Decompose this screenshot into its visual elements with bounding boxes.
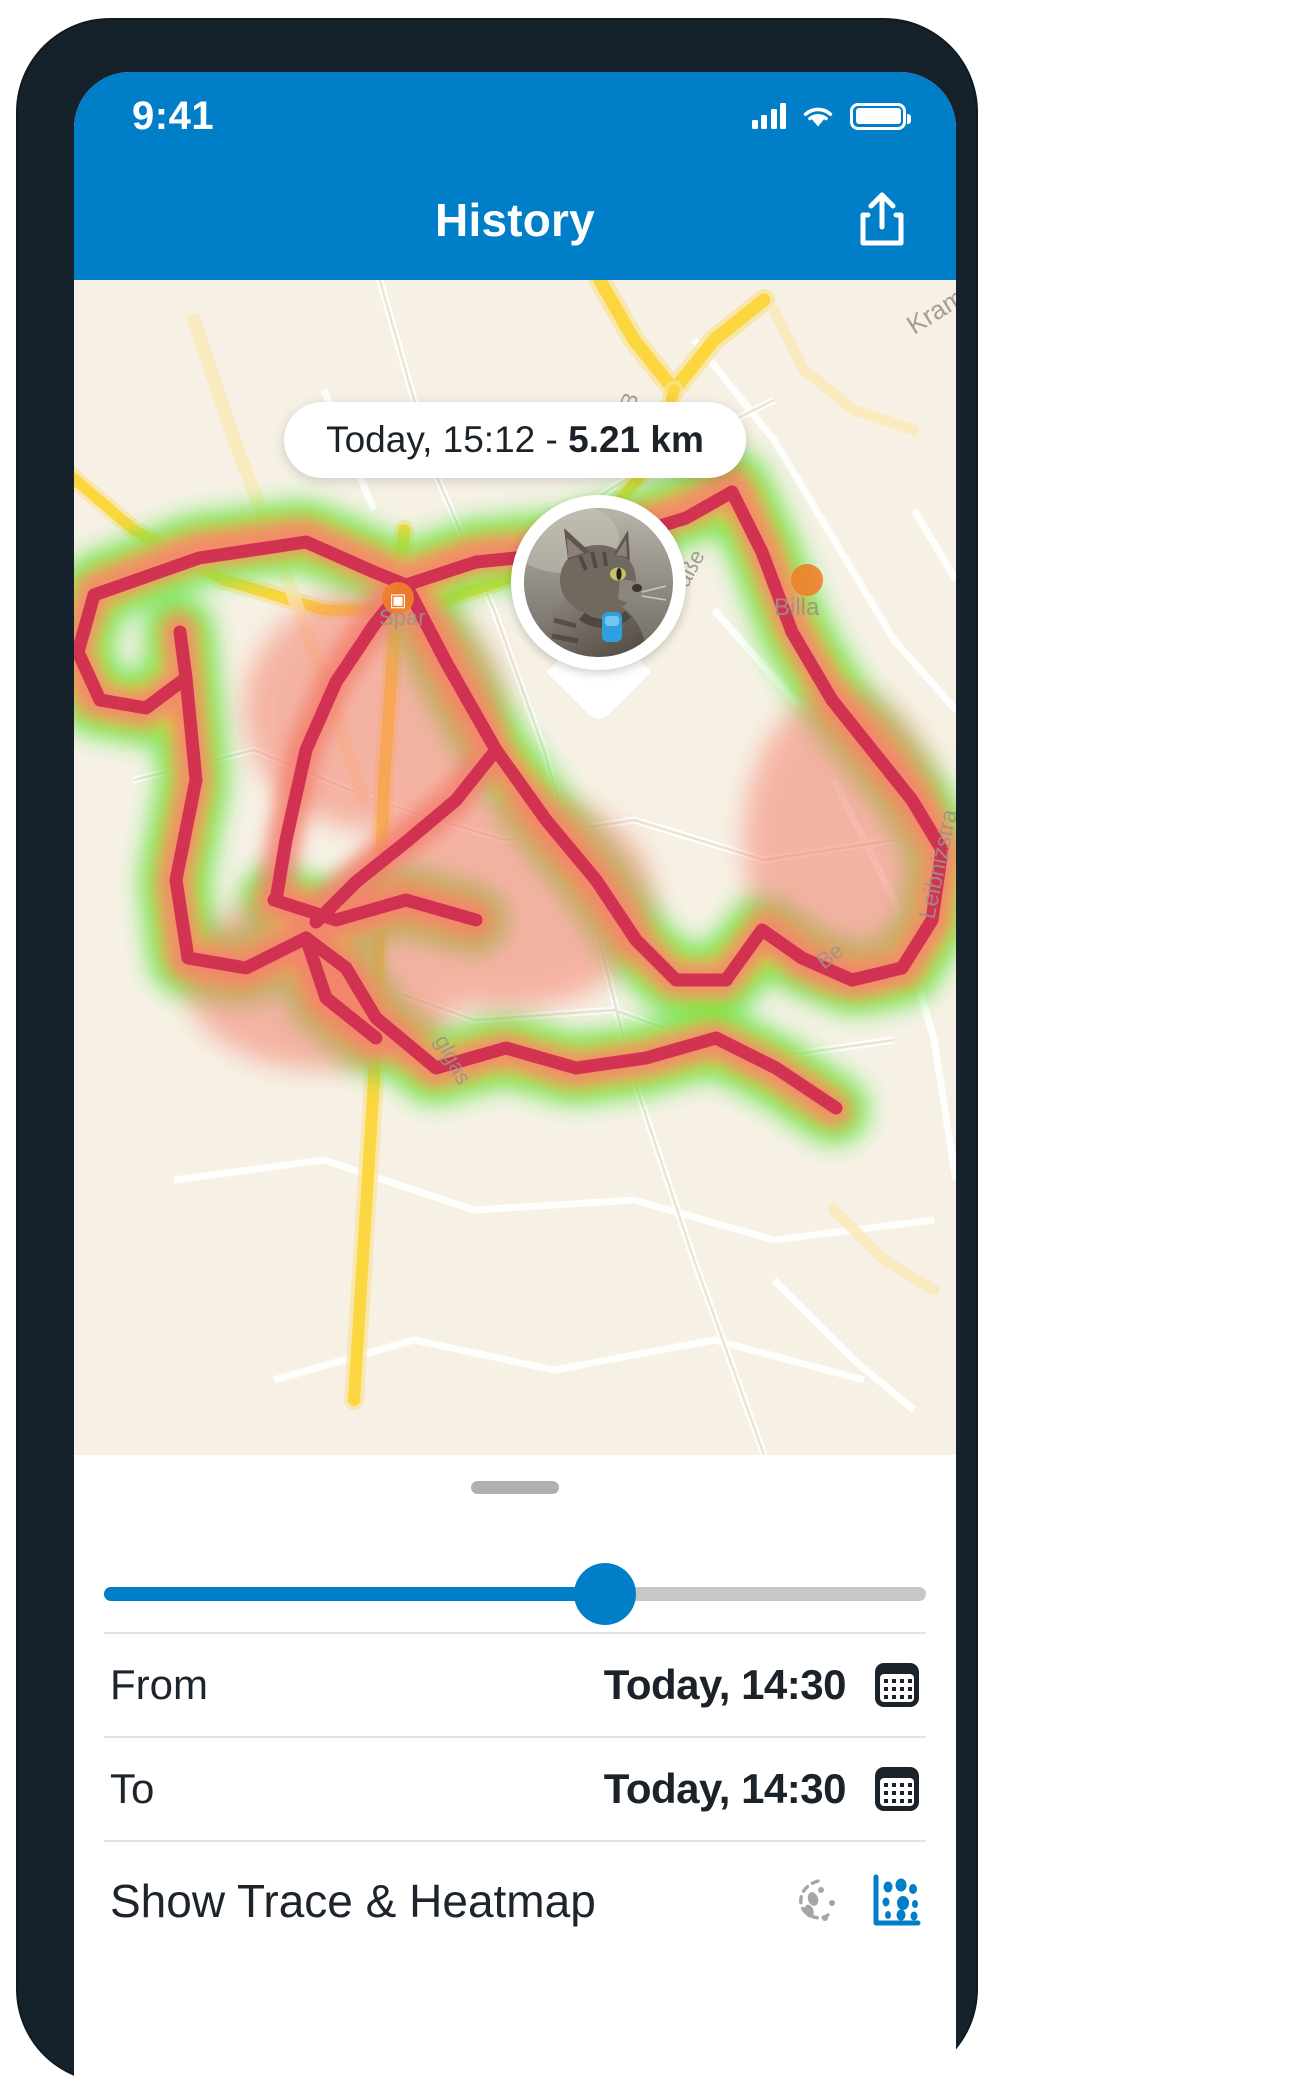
phone-frame: 9:41 History ▣ Kram Billa Spar Leibnizst… [18, 20, 976, 2081]
battery-icon [850, 102, 911, 130]
row-to[interactable]: To Today, 14:30 [74, 1738, 956, 1840]
slider-fill [104, 1587, 606, 1601]
trace-heatmap-toggle-group[interactable] [788, 1873, 922, 1929]
share-button[interactable] [854, 189, 910, 251]
calendar-icon[interactable] [872, 1764, 922, 1814]
row-to-value: Today, 14:30 [603, 1765, 847, 1812]
share-icon [860, 192, 904, 246]
map-view[interactable]: ▣ Kram Billa Spar straße Leibnizstra glg… [74, 280, 956, 1455]
trip-time-label: Today, 15:12 - [326, 419, 569, 460]
page-title: History [435, 194, 595, 246]
pet-avatar [524, 508, 673, 657]
row-to-value-group[interactable]: Today, 14:30 [604, 1764, 922, 1814]
pet-location-pin[interactable] [511, 495, 686, 725]
time-slider[interactable] [104, 1556, 926, 1632]
row-show-trace-heatmap-label: Show Trace & Heatmap [110, 1875, 596, 1927]
trip-summary-tooltip: Today, 15:12 - 5.21 km [284, 402, 746, 478]
status-bar: 9:41 [74, 72, 956, 160]
row-show-trace-heatmap[interactable]: Show Trace & Heatmap [74, 1842, 956, 1960]
app-screenshot: 9:41 History ▣ Kram Billa Spar Leibnizst… [0, 0, 1308, 2081]
calendar-icon[interactable] [872, 1660, 922, 1710]
trace-icon[interactable] [788, 1873, 844, 1929]
trip-distance-label: 5.21 km [568, 419, 704, 460]
row-from-value-group[interactable]: Today, 14:30 [604, 1660, 922, 1710]
wifi-icon [803, 107, 833, 127]
slider-thumb[interactable] [574, 1563, 637, 1625]
navigation-bar: History [74, 160, 956, 280]
sheet-drag-handle[interactable] [471, 1481, 559, 1494]
svg-text:Billa: Billa [774, 594, 820, 621]
status-bar-time: 9:41 [132, 93, 215, 138]
row-from[interactable]: From Today, 14:30 [74, 1634, 956, 1736]
row-to-label: To [110, 1765, 155, 1812]
heatmap-icon[interactable] [870, 1873, 922, 1929]
bottom-sheet: From Today, 14:30 To Today, 14:30 Show T… [74, 1455, 956, 2081]
phone-screen: 9:41 History ▣ Kram Billa Spar Leibnizst… [74, 72, 956, 2081]
svg-text:Spar: Spar [379, 605, 425, 630]
status-bar-icons [751, 102, 911, 130]
cellular-signal-icon [751, 103, 786, 129]
row-from-label: From [110, 1661, 208, 1708]
row-from-value: Today, 14:30 [603, 1661, 847, 1708]
